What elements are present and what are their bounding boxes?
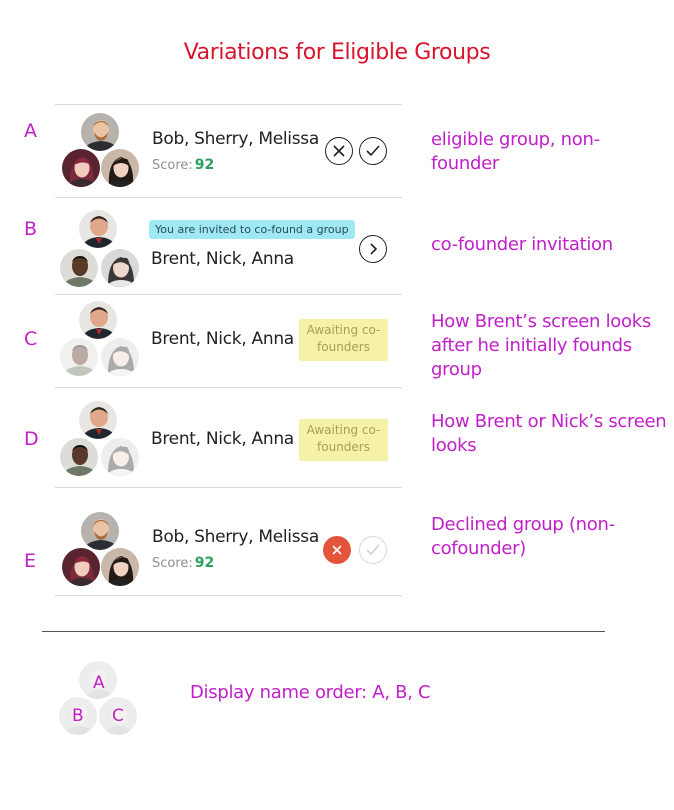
row-divider xyxy=(55,294,402,295)
close-icon xyxy=(333,145,345,157)
group-avatars xyxy=(58,209,142,289)
group-avatars xyxy=(58,112,142,192)
avatar xyxy=(100,248,140,288)
awaiting-status-badge: Awaiting co-founders xyxy=(299,419,388,461)
awaiting-status-badge: Awaiting co-founders xyxy=(299,319,388,361)
row-annotation: co-founder invitation xyxy=(431,234,613,255)
score-value: 92 xyxy=(194,157,215,173)
group-avatars xyxy=(58,400,142,480)
check-icon xyxy=(366,145,380,157)
avatar xyxy=(78,400,118,440)
accept-button[interactable] xyxy=(359,137,387,165)
position-label: C xyxy=(112,706,124,726)
accept-button-disabled[interactable] xyxy=(359,536,387,564)
page-title: Variations for Eligible Groups xyxy=(183,40,491,65)
name-order-legend: A B C xyxy=(56,660,142,740)
group-avatars xyxy=(58,300,142,380)
close-icon xyxy=(332,545,342,555)
group-names: Bob, Sherry, Melissa xyxy=(152,527,319,547)
position-label: A xyxy=(93,673,105,693)
avatar xyxy=(80,511,120,551)
group-names: Brent, Nick, Anna xyxy=(151,429,294,449)
row-annotation: Declined group (non-cofounder) xyxy=(431,514,615,559)
legend-caption: Display name order: A, B, C xyxy=(190,682,431,703)
chevron-right-icon xyxy=(370,243,378,255)
row-divider xyxy=(55,487,402,488)
avatar xyxy=(59,437,99,477)
score-label: Score: xyxy=(152,158,193,173)
decline-button[interactable] xyxy=(325,137,353,165)
position-label: B xyxy=(72,706,84,726)
declined-button[interactable] xyxy=(323,536,351,564)
avatar xyxy=(100,337,140,377)
row-divider xyxy=(55,387,402,388)
group-names: Bob, Sherry, Melissa xyxy=(152,129,319,149)
check-icon xyxy=(366,544,380,556)
row-letter: D xyxy=(24,428,39,450)
avatar xyxy=(80,112,120,152)
avatar xyxy=(61,547,101,587)
row-annotation: How Brent’s screen looks after he initia… xyxy=(431,311,651,380)
row-letter: B xyxy=(24,218,38,240)
row-letter: E xyxy=(24,550,37,572)
avatar xyxy=(61,148,101,188)
row-letter: A xyxy=(24,120,37,142)
avatar xyxy=(100,148,140,188)
avatar xyxy=(59,337,99,377)
row-divider xyxy=(55,197,402,198)
avatar xyxy=(100,437,140,477)
row-annotation: How Brent or Nick’s screen looks xyxy=(431,411,667,456)
avatar xyxy=(78,209,118,249)
group-score: Score: 92 xyxy=(152,555,214,571)
group-names: Brent, Nick, Anna xyxy=(151,249,294,269)
invite-badge: You are invited to co-found a group xyxy=(149,220,355,239)
row-annotation: eligible group, non-founder xyxy=(431,129,600,174)
row-letter: C xyxy=(24,328,38,350)
score-label: Score: xyxy=(152,556,193,571)
avatar xyxy=(78,300,118,340)
open-invite-button[interactable] xyxy=(359,235,387,263)
group-avatars xyxy=(58,511,142,591)
score-value: 92 xyxy=(194,555,215,571)
group-score: Score: 92 xyxy=(152,157,214,173)
row-divider xyxy=(55,104,402,105)
group-names: Brent, Nick, Anna xyxy=(151,329,294,349)
row-divider xyxy=(55,595,402,596)
section-divider xyxy=(42,631,605,632)
avatar xyxy=(59,248,99,288)
avatar xyxy=(100,547,140,587)
